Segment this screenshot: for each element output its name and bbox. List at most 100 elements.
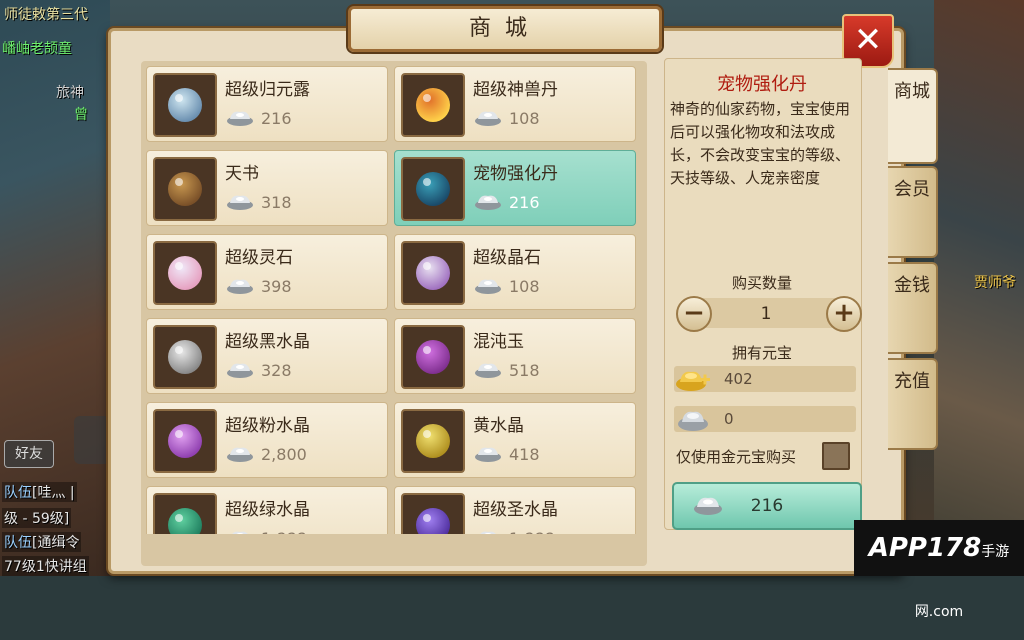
shop-item[interactable]: 超级黑水晶 328 — [146, 318, 388, 394]
silver-ingot-icon — [678, 411, 708, 431]
silver-ingot-icon — [227, 363, 253, 378]
shop-item[interactable]: 超级灵石 398 — [146, 234, 388, 310]
chat-text: 77级1快讲组 — [4, 559, 87, 575]
item-gem-icon — [168, 424, 202, 458]
player-name: 旅神 — [56, 85, 84, 101]
guild-name: 嶓岫老颉童 — [2, 41, 72, 57]
silver-ingot-icon — [475, 279, 501, 294]
item-icon — [153, 73, 217, 137]
tab-label: 商城 — [894, 81, 930, 102]
silver-ingot-icon — [227, 111, 253, 126]
shop-item[interactable]: 超级晶石 108 — [394, 234, 636, 310]
item-name: 宠物强化丹 — [473, 164, 558, 184]
item-price: 418 — [509, 445, 540, 464]
tab-shop[interactable]: 商城 — [888, 68, 938, 164]
friend-button[interactable]: 好友 — [4, 440, 54, 468]
item-gem-icon — [416, 508, 450, 534]
shop-item[interactable]: 超级绿水晶 1,888 — [146, 486, 388, 534]
tab-money[interactable]: 金钱 — [888, 262, 938, 354]
buy-button[interactable]: 216 — [672, 482, 862, 530]
item-name: 超级晶石 — [473, 248, 541, 268]
shop-item[interactable]: 超级归元露 216 — [146, 66, 388, 142]
owned-ingots-label: 拥有元宝 — [731, 344, 792, 362]
tab-vip[interactable]: 会员 — [888, 166, 938, 258]
item-gem-icon — [168, 340, 202, 374]
item-name: 超级归元露 — [225, 80, 310, 100]
item-price: 518 — [509, 361, 540, 380]
quantity-label: 购买数量 — [731, 274, 792, 292]
chat-line: 77级1快讲组 — [2, 556, 89, 576]
item-name: 超级神兽丹 — [473, 80, 558, 100]
item-gem-icon — [168, 88, 202, 122]
item-icon — [401, 493, 465, 534]
item-icon — [401, 73, 465, 137]
item-icon — [401, 157, 465, 221]
shop-title: 商城 — [348, 6, 662, 52]
silver-ingot-icon — [232, 531, 248, 534]
item-grid[interactable]: 超级归元露 216 超级神兽丹 108 天书 318 宠物强化丹 216 超级灵石 398 超级晶石… — [146, 66, 636, 534]
item-name: 混沌玉 — [473, 332, 524, 352]
detail-title: 宠物强化丹 — [717, 74, 807, 95]
silver-ingot-icon — [475, 447, 501, 462]
item-gem-icon — [416, 256, 450, 290]
item-gem-icon — [416, 424, 450, 458]
shop-item[interactable]: 黄水晶 418 — [394, 402, 636, 478]
shop-item[interactable]: 超级圣水晶 1,888 — [394, 486, 636, 534]
item-price: 108 — [509, 109, 540, 128]
item-price: 398 — [261, 277, 292, 296]
shop-item[interactable]: 超级神兽丹 108 — [394, 66, 636, 142]
silver-ingot-icon — [475, 363, 501, 378]
item-gem-icon — [168, 172, 202, 206]
item-icon — [153, 409, 217, 473]
silver-ingot-row: 0 — [674, 406, 856, 432]
item-gem-icon — [168, 508, 202, 534]
player-title: 曾 — [74, 107, 88, 123]
item-name: 黄水晶 — [473, 416, 524, 436]
item-price: 2,800 — [261, 445, 307, 464]
chat-line: 级 - 59级] — [2, 508, 72, 528]
gold-ingot-row: 402 — [674, 366, 856, 392]
quantity-plus-button[interactable]: + — [826, 296, 862, 332]
gold-ingot-count: 402 — [724, 370, 753, 388]
item-name: 超级绿水晶 — [225, 500, 310, 520]
item-gem-icon — [416, 88, 450, 122]
item-icon — [401, 409, 465, 473]
only-gold-label: 仅使用金元宝购买 — [676, 448, 797, 466]
quantity-minus-button[interactable]: − — [676, 296, 712, 332]
shop-item[interactable]: 混沌玉 518 — [394, 318, 636, 394]
quantity-value[interactable]: 1 — [716, 298, 816, 330]
item-icon — [401, 241, 465, 305]
detail-description: 神奇的仙家药物，宝宝使用后可以强化物攻和法攻成长，不会改变宝宝的等级、天技等级、… — [670, 100, 851, 187]
site-watermark: APP178手游网.com — [854, 520, 1024, 620]
item-name: 超级黑水晶 — [225, 332, 310, 352]
tab-label: 充值 — [894, 371, 930, 392]
chat-line: 队伍[通缉令 — [2, 532, 82, 552]
shop-item[interactable]: 天书 318 — [146, 150, 388, 226]
npc-name[interactable]: 贾师爷 — [974, 272, 1016, 292]
scene-caption: 师徒敕第三代 — [4, 7, 88, 23]
item-name: 天书 — [225, 164, 259, 184]
silver-ingot-icon — [227, 279, 253, 294]
item-name: 超级灵石 — [225, 248, 293, 268]
silver-ingot-count: 0 — [724, 410, 734, 428]
shop-item[interactable]: 宠物强化丹 216 — [394, 150, 636, 226]
silver-ingot-icon — [480, 531, 496, 534]
silver-ingot-icon — [227, 195, 253, 210]
silver-ingot-icon — [227, 447, 253, 462]
tab-recharge[interactable]: 充值 — [888, 358, 938, 450]
silver-ingot-icon — [475, 111, 501, 126]
item-gem-icon — [416, 172, 450, 206]
item-gem-icon — [416, 340, 450, 374]
item-icon — [153, 325, 217, 389]
shop-item[interactable]: 超级粉水晶 2,800 — [146, 402, 388, 478]
chat-line: 队伍[哇灬 | — [2, 482, 77, 502]
buy-price: 216 — [750, 496, 784, 516]
chat-text: [通缉令 — [32, 535, 80, 551]
item-name: 超级圣水晶 — [473, 500, 558, 520]
item-price: 1,888 — [509, 529, 555, 534]
only-gold-checkbox[interactable] — [822, 442, 850, 470]
gold-ingot-add-icon[interactable] — [674, 362, 712, 394]
item-gem-icon — [168, 256, 202, 290]
voice-button[interactable] — [74, 416, 110, 464]
item-icon — [153, 493, 217, 534]
